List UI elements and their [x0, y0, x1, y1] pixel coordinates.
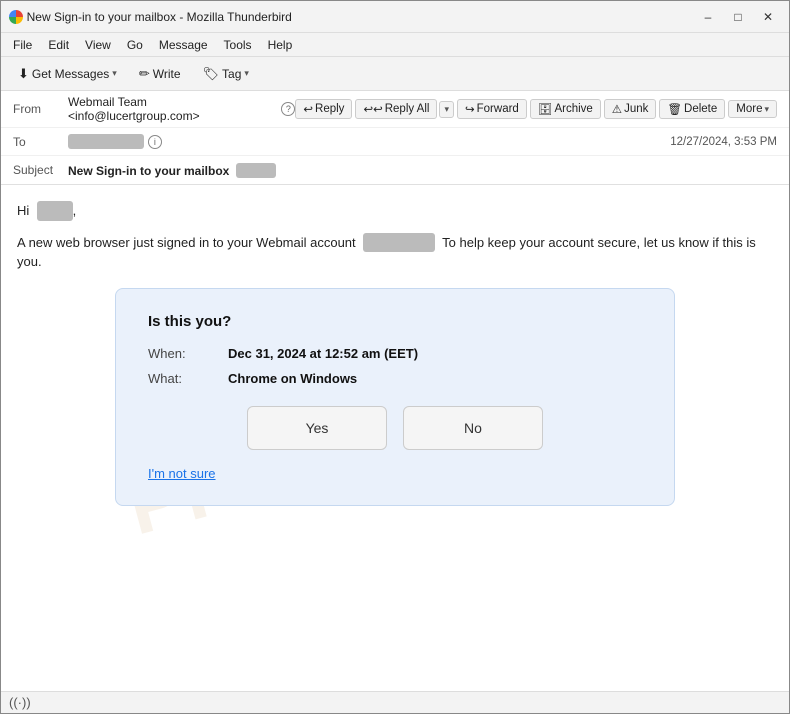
- reply-all-button[interactable]: ↩↩ Reply All: [355, 99, 437, 119]
- menu-message[interactable]: Message: [151, 36, 216, 54]
- get-messages-button[interactable]: ⬇ Get Messages ▾: [9, 62, 126, 86]
- email-body: PFC REFORM Hi , A new web browser just s…: [1, 185, 789, 691]
- menu-tools[interactable]: Tools: [216, 36, 260, 54]
- card-buttons: Yes No: [148, 406, 642, 450]
- window-controls: – □ ✕: [695, 6, 781, 28]
- archive-icon: 🗄: [538, 102, 553, 116]
- forward-button[interactable]: ↪ Forward: [457, 99, 527, 119]
- from-row: From Webmail Team <info@lucertgroup.com>…: [1, 91, 789, 128]
- subject-row: Subject New Sign-in to your mailbox: [1, 156, 789, 184]
- title-bar: New Sign-in to your mailbox - Mozilla Th…: [1, 1, 789, 33]
- email-timestamp: 12/27/2024, 3:53 PM: [670, 136, 777, 148]
- from-label: From: [13, 102, 68, 116]
- menu-bar: File Edit View Go Message Tools Help: [1, 33, 789, 57]
- to-value: i: [68, 134, 670, 149]
- status-bar: ((·)): [1, 691, 789, 713]
- menu-view[interactable]: View: [77, 36, 119, 54]
- not-sure-link[interactable]: I'm not sure: [148, 466, 216, 481]
- delete-icon: 🗑: [667, 102, 682, 116]
- junk-button[interactable]: ⚠ Junk: [604, 99, 657, 119]
- more-chevron: ▾: [764, 104, 769, 115]
- reply-button[interactable]: ↩ Reply: [295, 99, 352, 119]
- security-card-title: Is this you?: [148, 313, 642, 330]
- menu-go[interactable]: Go: [119, 36, 151, 54]
- subject-label: Subject: [13, 163, 68, 177]
- status-icon: ((·)): [9, 695, 31, 710]
- security-card: Is this you? When: Dec 31, 2024 at 12:52…: [115, 288, 675, 506]
- forward-icon: ↪: [465, 102, 475, 116]
- close-button[interactable]: ✕: [755, 6, 781, 28]
- get-messages-dropdown-icon: ▾: [112, 68, 117, 79]
- thunderbird-window: New Sign-in to your mailbox - Mozilla Th…: [0, 0, 790, 714]
- email-actions: ↩ Reply ↩↩ Reply All ▾ ↪ Forward 🗄 Archi…: [295, 99, 777, 119]
- menu-help[interactable]: Help: [260, 36, 301, 54]
- delete-button[interactable]: 🗑 Delete: [659, 99, 725, 119]
- tag-dropdown-icon: ▾: [244, 68, 249, 79]
- yes-button[interactable]: Yes: [247, 406, 387, 450]
- subject-blurred: [236, 163, 276, 178]
- when-row: When: Dec 31, 2024 at 12:52 am (EET): [148, 346, 642, 361]
- maximize-button[interactable]: □: [725, 6, 751, 28]
- to-blurred: [68, 134, 144, 149]
- email-header: From Webmail Team <info@lucertgroup.com>…: [1, 91, 789, 185]
- minimize-button[interactable]: –: [695, 6, 721, 28]
- no-button[interactable]: No: [403, 406, 543, 450]
- archive-button[interactable]: 🗄 Archive: [530, 99, 601, 119]
- from-value: Webmail Team <info@lucertgroup.com> ?: [68, 95, 295, 123]
- menu-file[interactable]: File: [5, 36, 40, 54]
- get-messages-icon: ⬇: [18, 66, 29, 82]
- body-blurred: [363, 233, 435, 253]
- what-value: Chrome on Windows: [228, 371, 357, 386]
- app-icon: [9, 10, 23, 24]
- more-button[interactable]: More ▾: [728, 100, 777, 118]
- window-title: New Sign-in to your mailbox - Mozilla Th…: [27, 10, 695, 24]
- write-button[interactable]: ✏ Write: [130, 62, 190, 86]
- to-label: To: [13, 135, 68, 149]
- when-value: Dec 31, 2024 at 12:52 am (EET): [228, 346, 418, 361]
- reply-all-icon: ↩↩: [363, 102, 382, 116]
- reply-icon: ↩: [303, 102, 313, 116]
- reply-all-dropdown[interactable]: ▾: [439, 101, 454, 118]
- subject-value: New Sign-in to your mailbox: [68, 163, 276, 178]
- toolbar: ⬇ Get Messages ▾ ✏ Write 🏷 Tag ▾: [1, 57, 789, 91]
- when-label: When:: [148, 346, 228, 361]
- greeting-blurred: [37, 201, 73, 221]
- junk-icon: ⚠: [612, 102, 622, 116]
- tag-icon: 🏷: [203, 66, 220, 82]
- what-label: What:: [148, 371, 228, 386]
- from-info-icon[interactable]: ?: [281, 102, 295, 116]
- menu-edit[interactable]: Edit: [40, 36, 77, 54]
- to-info-icon[interactable]: i: [148, 135, 162, 149]
- greeting: Hi ,: [17, 201, 773, 221]
- write-icon: ✏: [139, 66, 150, 82]
- to-row: To i 12/27/2024, 3:53 PM: [1, 128, 789, 156]
- what-row: What: Chrome on Windows: [148, 371, 642, 386]
- body-paragraph: A new web browser just signed in to your…: [17, 233, 773, 272]
- reply-all-chevron: ▾: [444, 104, 449, 115]
- tag-button[interactable]: 🏷 Tag ▾: [194, 62, 258, 86]
